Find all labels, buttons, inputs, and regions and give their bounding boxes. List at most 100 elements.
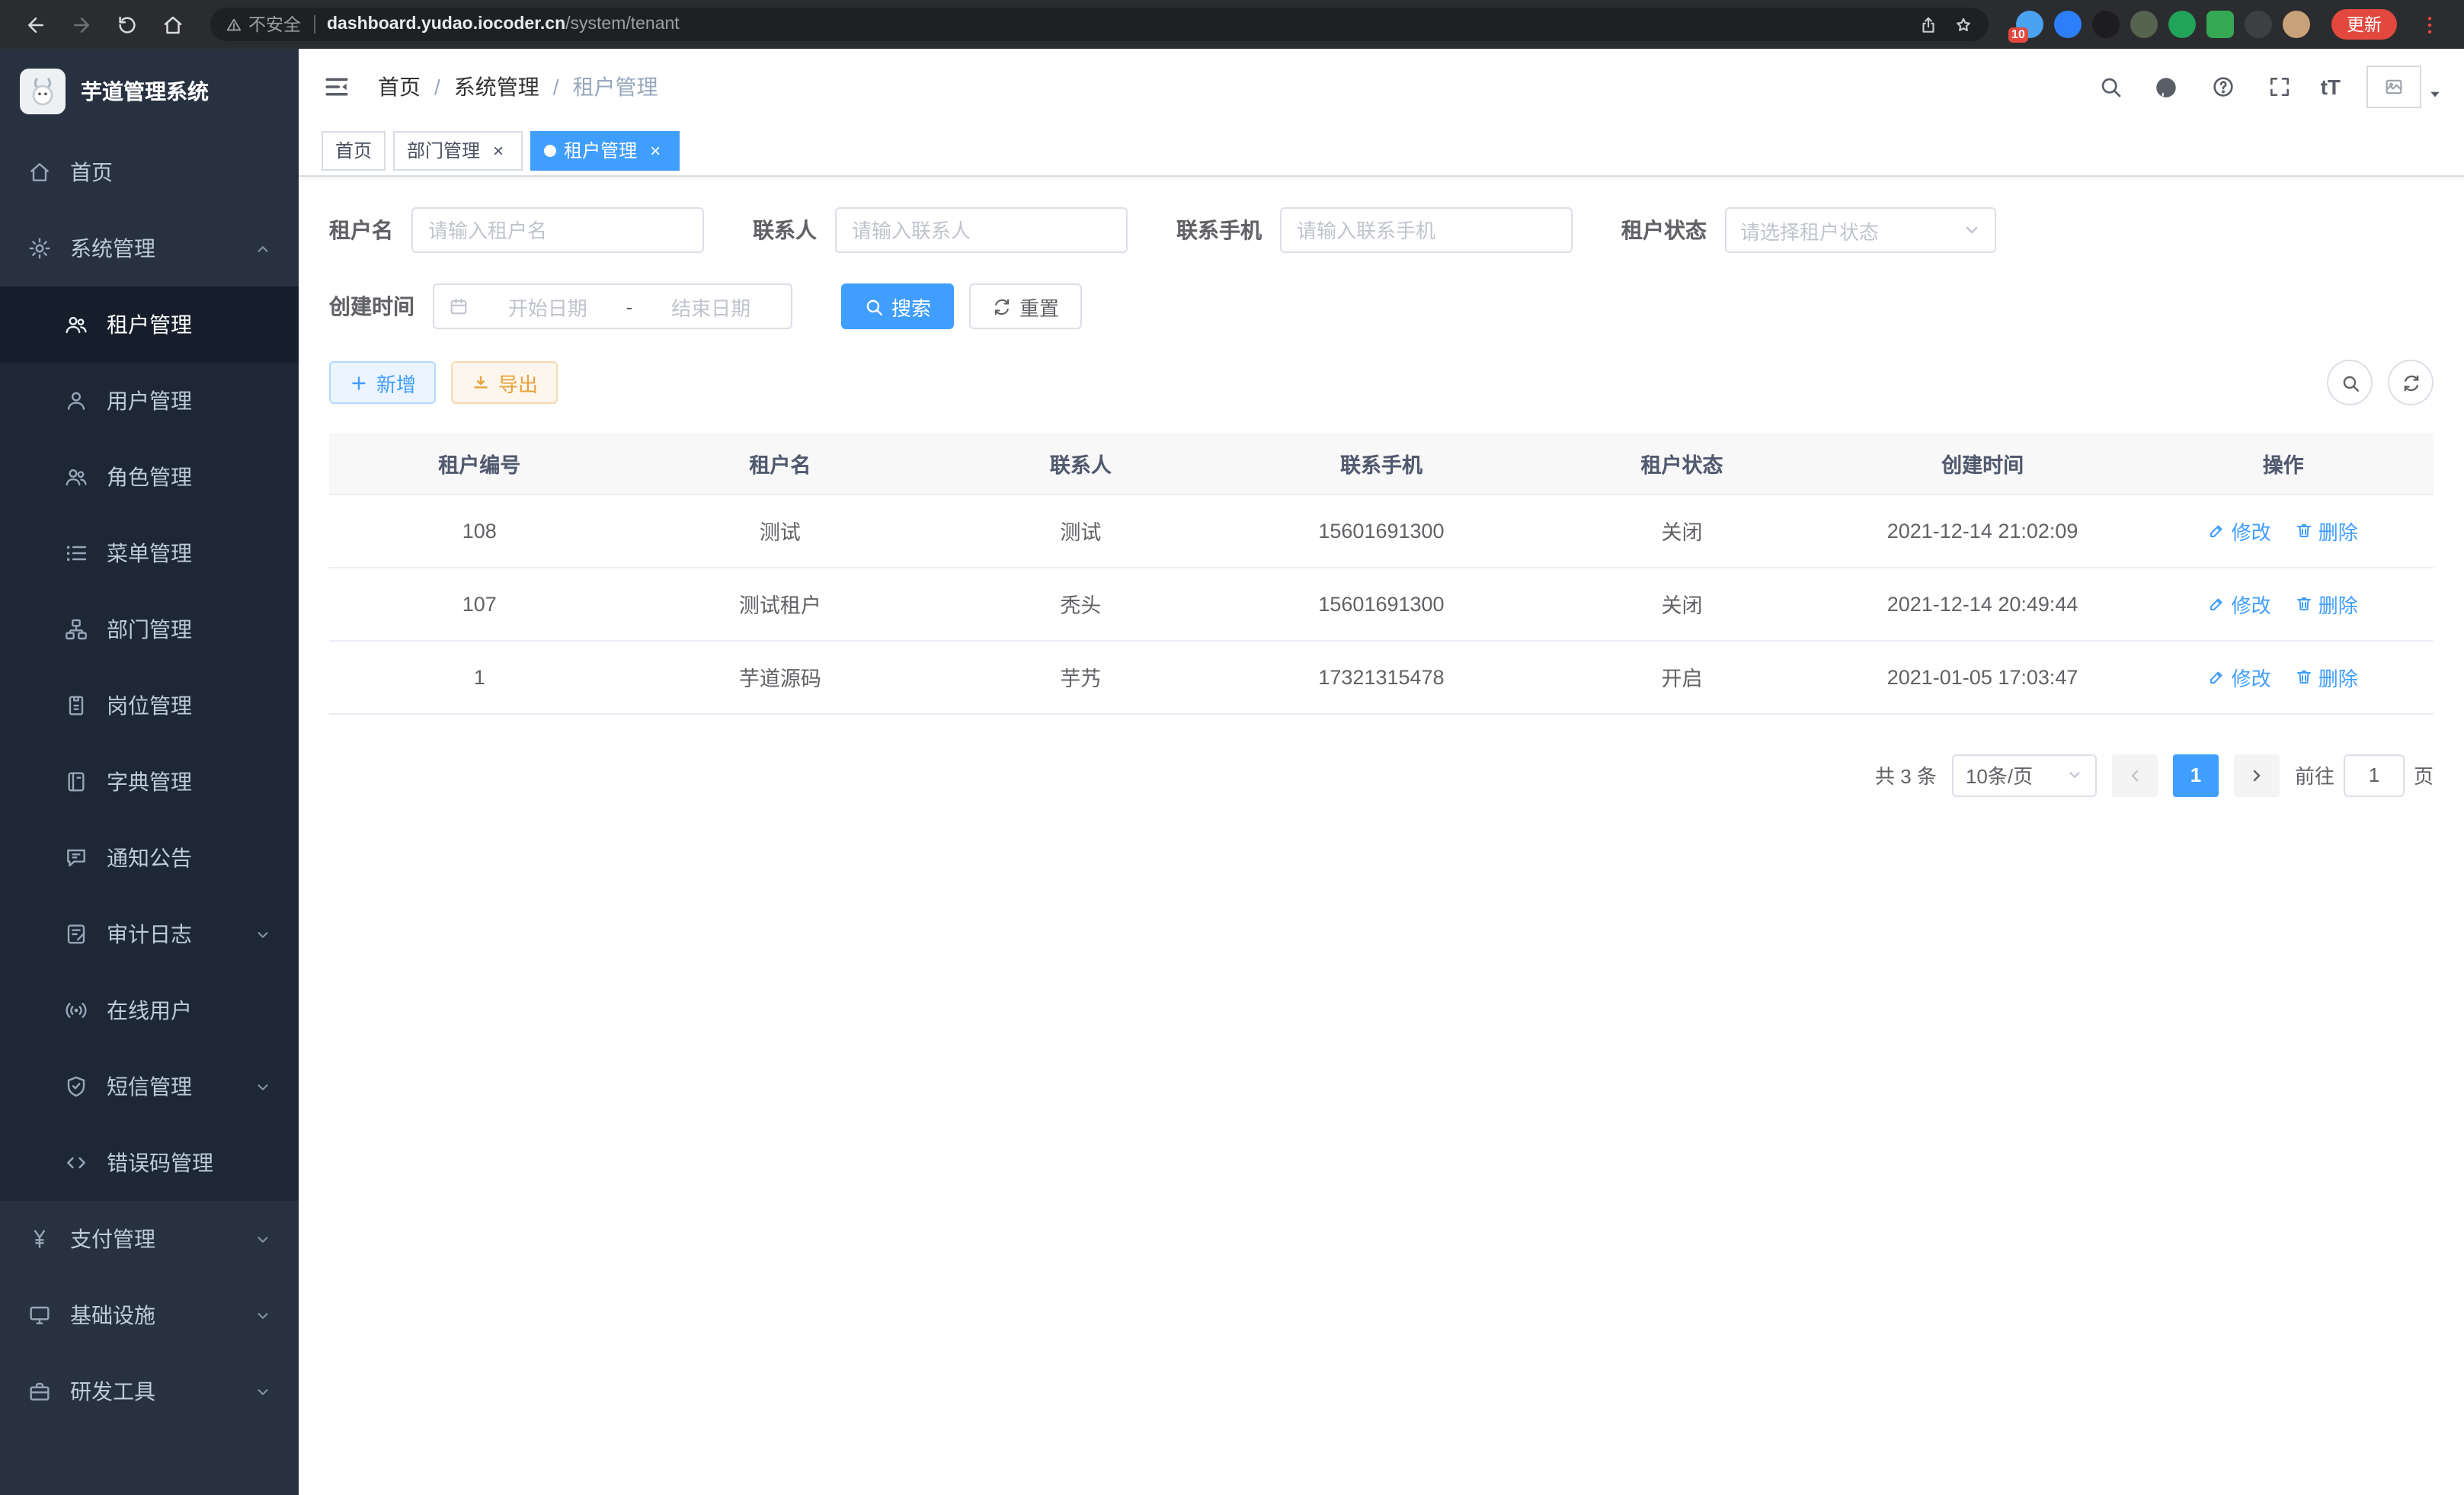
github-icon[interactable] (2152, 72, 2182, 102)
reload-icon[interactable] (107, 6, 146, 43)
delete-link[interactable]: 删除 (2296, 589, 2358, 618)
goto-page-input[interactable] (2344, 754, 2405, 796)
extension-icon[interactable] (2168, 11, 2196, 38)
refresh-table-button[interactable] (2388, 360, 2434, 405)
users-icon (64, 312, 88, 337)
url-divider (313, 15, 315, 34)
sidebar-item-payment[interactable]: 支付管理 (0, 1201, 299, 1277)
trash-icon (2296, 594, 2314, 613)
chevron-left-icon (2126, 766, 2144, 784)
sidebar-item-sms[interactable]: 短信管理 (0, 1048, 299, 1125)
breadcrumb-separator: / (553, 75, 559, 99)
extension-icon[interactable]: 10 (2016, 11, 2043, 38)
chevron-down-icon[interactable] (2427, 87, 2443, 102)
pagination: 共 3 条 10条/页 1 前往 页 (329, 754, 2434, 796)
sidebar-item-dict[interactable]: 字典管理 (0, 744, 299, 820)
extension-icon[interactable] (2130, 11, 2158, 38)
extension-icon[interactable] (2206, 11, 2234, 38)
sidebar-item-home[interactable]: 首页 (0, 134, 299, 210)
cell-tenant-id: 108 (329, 494, 630, 567)
help-icon[interactable] (2208, 72, 2238, 102)
reset-button[interactable]: 重置 (969, 283, 1082, 329)
back-icon[interactable] (15, 6, 55, 43)
breadcrumb-item[interactable]: 系统管理 (454, 72, 539, 102)
breadcrumb-item[interactable]: 首页 (378, 72, 421, 102)
date-range-picker[interactable]: 开始日期 - 结束日期 (433, 283, 792, 329)
search-icon[interactable] (2095, 72, 2126, 102)
cell-created: 2021-01-05 17:03:47 (1832, 640, 2133, 713)
page-number-button[interactable]: 1 (2173, 754, 2219, 796)
phone-input[interactable] (1280, 207, 1573, 253)
status-select[interactable]: 请选择租户状态 (1725, 207, 1996, 253)
delete-link[interactable]: 删除 (2296, 516, 2358, 545)
sidebar-item-devtools[interactable]: 研发工具 (0, 1353, 299, 1429)
edit-link[interactable]: 修改 (2209, 589, 2271, 618)
tab-tenant[interactable]: 租户管理 × (530, 130, 680, 170)
chevron-down-icon (2066, 767, 2083, 783)
chevron-down-icon (254, 926, 271, 943)
export-button[interactable]: 导出 (451, 361, 558, 404)
cell-phone: 15601691300 (1231, 494, 1532, 567)
tenant-name-input[interactable] (411, 207, 704, 253)
sidebar-item-infra[interactable]: 基础设施 (0, 1277, 299, 1353)
table-row: 108 测试 测试 15601691300 关闭 2021-12-14 21:0… (329, 494, 2434, 567)
header-actions: tT (2095, 66, 2443, 108)
goto-label: 前往 (2295, 760, 2334, 789)
trash-icon (2296, 521, 2314, 539)
contact-input[interactable] (835, 207, 1128, 253)
cell-status: 开启 (1531, 640, 1832, 713)
security-warning[interactable]: 不安全 (226, 12, 301, 37)
tenant-name-label: 租户名 (329, 215, 393, 245)
page-size-select[interactable]: 10条/页 (1952, 754, 2097, 796)
sidebar-item-system[interactable]: 系统管理 (0, 210, 299, 287)
breadcrumb: 首页 / 系统管理 / 租户管理 (378, 72, 658, 102)
app-logo[interactable]: 芋道管理系统 (0, 49, 299, 134)
profile-avatar-icon[interactable] (2283, 11, 2310, 38)
chevron-down-icon (254, 1078, 271, 1095)
next-page-button[interactable] (2234, 754, 2280, 796)
sidebar-item-audit-log[interactable]: 审计日志 (0, 896, 299, 972)
sidebar-item-menu[interactable]: 菜单管理 (0, 515, 299, 591)
extension-icon[interactable] (2054, 11, 2082, 38)
cell-created: 2021-12-14 21:02:09 (1832, 494, 2133, 567)
search-button[interactable]: 搜索 (841, 283, 954, 329)
sidebar-item-role[interactable]: 角色管理 (0, 439, 299, 515)
tab-close-icon[interactable]: × (645, 139, 666, 161)
sidebar-item-user[interactable]: 用户管理 (0, 363, 299, 439)
forward-icon[interactable] (61, 6, 101, 43)
status-select-placeholder: 请选择租户状态 (1740, 216, 1879, 245)
tab-dept[interactable]: 部门管理 × (393, 130, 523, 170)
address-bar[interactable]: 不安全 dashboard.yudao.iocoder.cn/system/te… (210, 8, 1989, 41)
edit-link[interactable]: 修改 (2209, 662, 2271, 691)
tab-close-icon[interactable]: × (488, 139, 509, 161)
sidebar-toggle-icon[interactable] (320, 70, 354, 104)
browser-menu-icon[interactable] (2409, 6, 2449, 43)
font-size-icon[interactable]: tT (2321, 75, 2341, 99)
bookmark-star-icon[interactable] (1954, 14, 1973, 34)
edit-link[interactable]: 修改 (2209, 516, 2271, 545)
sidebar-item-online-users[interactable]: 在线用户 (0, 972, 299, 1048)
page-size-value: 10条/页 (1966, 760, 2033, 789)
delete-link[interactable]: 删除 (2296, 662, 2358, 691)
tab-home[interactable]: 首页 (322, 130, 386, 170)
trash-icon (2296, 667, 2314, 686)
fullscreen-icon[interactable] (2264, 72, 2295, 102)
sidebar-item-error-code[interactable]: 错误码管理 (0, 1125, 299, 1201)
sidebar-item-post[interactable]: 岗位管理 (0, 667, 299, 744)
sidebar-item-label: 短信管理 (107, 1071, 192, 1102)
prev-page-button[interactable] (2112, 754, 2158, 796)
toggle-search-button[interactable] (2327, 360, 2373, 405)
sidebar-item-notice[interactable]: 通知公告 (0, 820, 299, 896)
home-icon[interactable] (152, 6, 192, 43)
sidebar-item-dept[interactable]: 部门管理 (0, 591, 299, 667)
browser-update-button[interactable]: 更新 (2331, 9, 2397, 40)
warning-icon (226, 16, 242, 33)
extension-icon[interactable] (2245, 11, 2272, 38)
sidebar-item-tenant[interactable]: 租户管理 (0, 287, 299, 363)
sidebar-item-label: 岗位管理 (107, 690, 192, 721)
share-icon[interactable] (1918, 14, 1938, 34)
logo-image (20, 69, 66, 114)
extension-icon[interactable] (2092, 11, 2120, 38)
add-button[interactable]: 新增 (329, 361, 436, 404)
user-avatar[interactable] (2366, 66, 2421, 108)
